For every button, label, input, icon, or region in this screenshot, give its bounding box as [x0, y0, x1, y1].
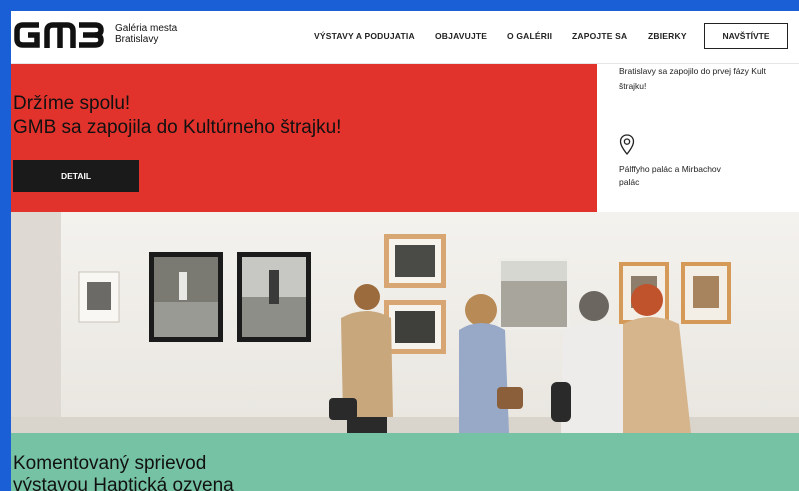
hero-title[interactable]: Držíme spolu!	[13, 92, 130, 116]
detail-button[interactable]: DETAIL	[13, 160, 139, 192]
map-pin-icon	[619, 134, 635, 155]
side-text-line1: Bratislavy sa zapojilo do prvej fázy Kul…	[619, 66, 766, 76]
hero-banner: Držíme spolu! GMB sa zapojila do Kultúrn…	[11, 64, 597, 212]
feature-title-line1: Komentovaný sprievod	[13, 453, 207, 474]
nav-item-collections[interactable]: ZBIERKY	[648, 31, 687, 41]
site-header: Galéria mesta Bratislavy VÝSTAVY A PODUJ…	[11, 11, 799, 64]
nav-item-get-involved[interactable]: ZAPOJTE SA	[572, 31, 627, 41]
org-name-line2: Bratislavy	[115, 34, 159, 45]
side-text-line2: štrajku!	[619, 81, 647, 91]
org-name: Galéria mesta Bratislavy	[115, 23, 177, 45]
feature-section: Komentovaný sprievod výstavou Haptická o…	[11, 433, 799, 491]
nav-item-about[interactable]: O GALÉRII	[507, 31, 552, 41]
feature-title[interactable]: Komentovaný sprievod výstavou Haptická o…	[13, 453, 234, 491]
location-line1: Pálffyho palác a Mirbachov	[619, 164, 721, 174]
nav-item-discover[interactable]: OBJAVUJTE	[435, 31, 487, 41]
page: Galéria mesta Bratislavy VÝSTAVY A PODUJ…	[11, 11, 799, 491]
hero-subtitle[interactable]: GMB sa zapojila do Kultúrneho štrajku!	[13, 116, 341, 140]
gallery-photo	[11, 212, 799, 433]
visit-button[interactable]: NAVŠTÍVTE	[704, 23, 788, 49]
location-line2: palác	[619, 177, 640, 187]
nav-item-exhibitions[interactable]: VÝSTAVY A PODUJATIA	[314, 31, 415, 41]
org-name-line1: Galéria mesta	[115, 23, 178, 34]
hero-side-panel: Bratislavy sa zapojilo do prvej fázy Kul…	[597, 64, 799, 212]
feature-title-line2: výstavou Haptická ozvena	[13, 475, 234, 491]
location-text: Pálffyho palác a Mirbachov palác	[619, 163, 769, 189]
hero-side-text: Bratislavy sa zapojilo do prvej fázy Kul…	[619, 64, 799, 94]
gmb-logo[interactable]	[13, 19, 105, 51]
